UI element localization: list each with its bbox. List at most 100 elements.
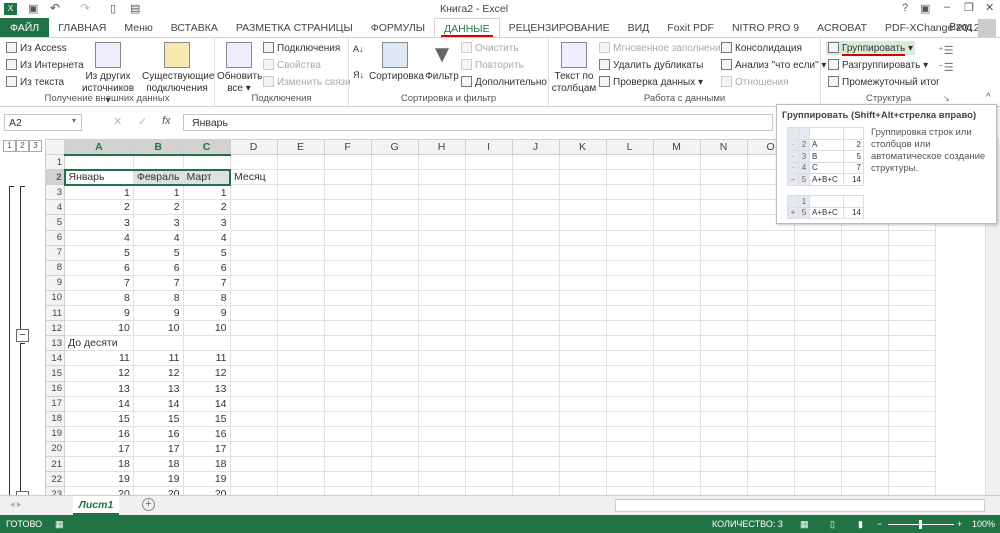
cell[interactable]	[746, 229, 795, 246]
cell[interactable]	[276, 259, 325, 276]
cell[interactable]	[323, 244, 372, 261]
cell[interactable]	[417, 350, 466, 367]
cell[interactable]	[370, 335, 419, 352]
column-header[interactable]: C	[182, 139, 231, 156]
cell[interactable]: 11	[132, 350, 184, 367]
cell[interactable]	[699, 410, 748, 427]
cell[interactable]	[370, 380, 419, 397]
cell[interactable]	[323, 184, 372, 201]
cell[interactable]	[558, 169, 607, 186]
consolidate-button[interactable]: Консолидация	[721, 42, 802, 54]
cell[interactable]	[511, 274, 560, 291]
cell[interactable]	[652, 199, 701, 216]
cell[interactable]	[370, 440, 419, 457]
cell[interactable]	[464, 289, 513, 307]
cell[interactable]	[746, 380, 795, 397]
cell[interactable]: 4	[182, 229, 231, 246]
cell[interactable]	[417, 410, 466, 427]
cell[interactable]	[558, 395, 607, 412]
cell[interactable]: 4	[64, 229, 134, 246]
cell[interactable]	[229, 395, 278, 412]
cell[interactable]	[652, 305, 701, 322]
cell[interactable]	[511, 169, 560, 186]
cell[interactable]	[887, 244, 936, 261]
cell[interactable]	[558, 229, 607, 246]
cell[interactable]	[464, 199, 513, 216]
cell[interactable]	[276, 199, 325, 216]
flash-fill-button[interactable]: Мгновенное заполнение	[599, 42, 726, 54]
cell[interactable]	[323, 350, 372, 367]
cell[interactable]	[370, 289, 419, 307]
cell[interactable]: 14	[132, 395, 184, 412]
cell[interactable]: 2	[132, 199, 184, 216]
form-icon[interactable]: ▤	[130, 2, 140, 15]
cell[interactable]	[652, 455, 701, 473]
cell[interactable]	[511, 365, 560, 382]
cell[interactable]: 17	[64, 440, 134, 457]
cell[interactable]	[276, 184, 325, 201]
cell[interactable]	[370, 169, 419, 186]
cell[interactable]: 11	[64, 350, 134, 367]
cell[interactable]	[746, 305, 795, 322]
cell[interactable]	[793, 305, 842, 322]
column-header[interactable]: J	[511, 139, 560, 156]
cell[interactable]: 5	[182, 244, 231, 261]
cell[interactable]: 16	[64, 425, 134, 442]
cell[interactable]	[276, 440, 325, 457]
cell[interactable]: 9	[182, 305, 231, 322]
cell[interactable]	[323, 365, 372, 382]
cell[interactable]	[699, 365, 748, 382]
column-header[interactable]: G	[370, 139, 419, 156]
remove-duplicates-button[interactable]: Удалить дубликаты	[599, 59, 703, 71]
cell[interactable]	[276, 274, 325, 291]
cell[interactable]	[511, 199, 560, 216]
cell[interactable]	[323, 154, 372, 171]
cell[interactable]	[323, 335, 372, 352]
cell[interactable]: 7	[182, 274, 231, 291]
cell[interactable]: 6	[64, 259, 134, 276]
cell[interactable]	[558, 259, 607, 276]
group-button[interactable]: Группировать ▾	[826, 41, 915, 56]
cell[interactable]	[464, 335, 513, 352]
cell[interactable]	[229, 350, 278, 367]
cell[interactable]	[511, 305, 560, 322]
cell[interactable]	[699, 184, 748, 201]
row-header[interactable]: 18	[45, 410, 65, 427]
normal-view-icon[interactable]: ▦	[800, 515, 809, 533]
cell[interactable]	[276, 425, 325, 442]
from-web-button[interactable]: Из Интернета	[6, 59, 84, 71]
cell[interactable]	[323, 425, 372, 442]
cell[interactable]	[746, 395, 795, 412]
cell[interactable]	[276, 455, 325, 473]
cell[interactable]	[652, 229, 701, 246]
cell[interactable]	[605, 410, 654, 427]
formula-input[interactable]: Январь	[183, 114, 773, 131]
cell[interactable]	[746, 289, 795, 307]
cell[interactable]	[840, 320, 889, 337]
cell[interactable]	[276, 410, 325, 427]
cell[interactable]	[558, 365, 607, 382]
cell[interactable]	[558, 289, 607, 307]
cell[interactable]	[511, 289, 560, 307]
cell[interactable]	[793, 335, 842, 352]
row-header[interactable]: 20	[45, 440, 65, 457]
cell[interactable]	[370, 320, 419, 337]
cell[interactable]	[464, 350, 513, 367]
cell[interactable]: 4	[132, 229, 184, 246]
cell[interactable]	[417, 259, 466, 276]
cell[interactable]	[840, 380, 889, 397]
cell[interactable]	[887, 229, 936, 246]
cell[interactable]	[605, 440, 654, 457]
cell[interactable]	[464, 455, 513, 473]
cell[interactable]	[229, 305, 278, 322]
cell[interactable]: 19	[64, 471, 134, 488]
cell[interactable]: 3	[64, 214, 134, 231]
cell[interactable]	[229, 259, 278, 276]
cell[interactable]: 18	[182, 455, 231, 473]
cell[interactable]	[605, 169, 654, 186]
cell[interactable]	[652, 154, 701, 171]
cell[interactable]: 2	[182, 199, 231, 216]
cell[interactable]	[464, 259, 513, 276]
cell[interactable]	[840, 289, 889, 307]
cell[interactable]	[417, 320, 466, 337]
